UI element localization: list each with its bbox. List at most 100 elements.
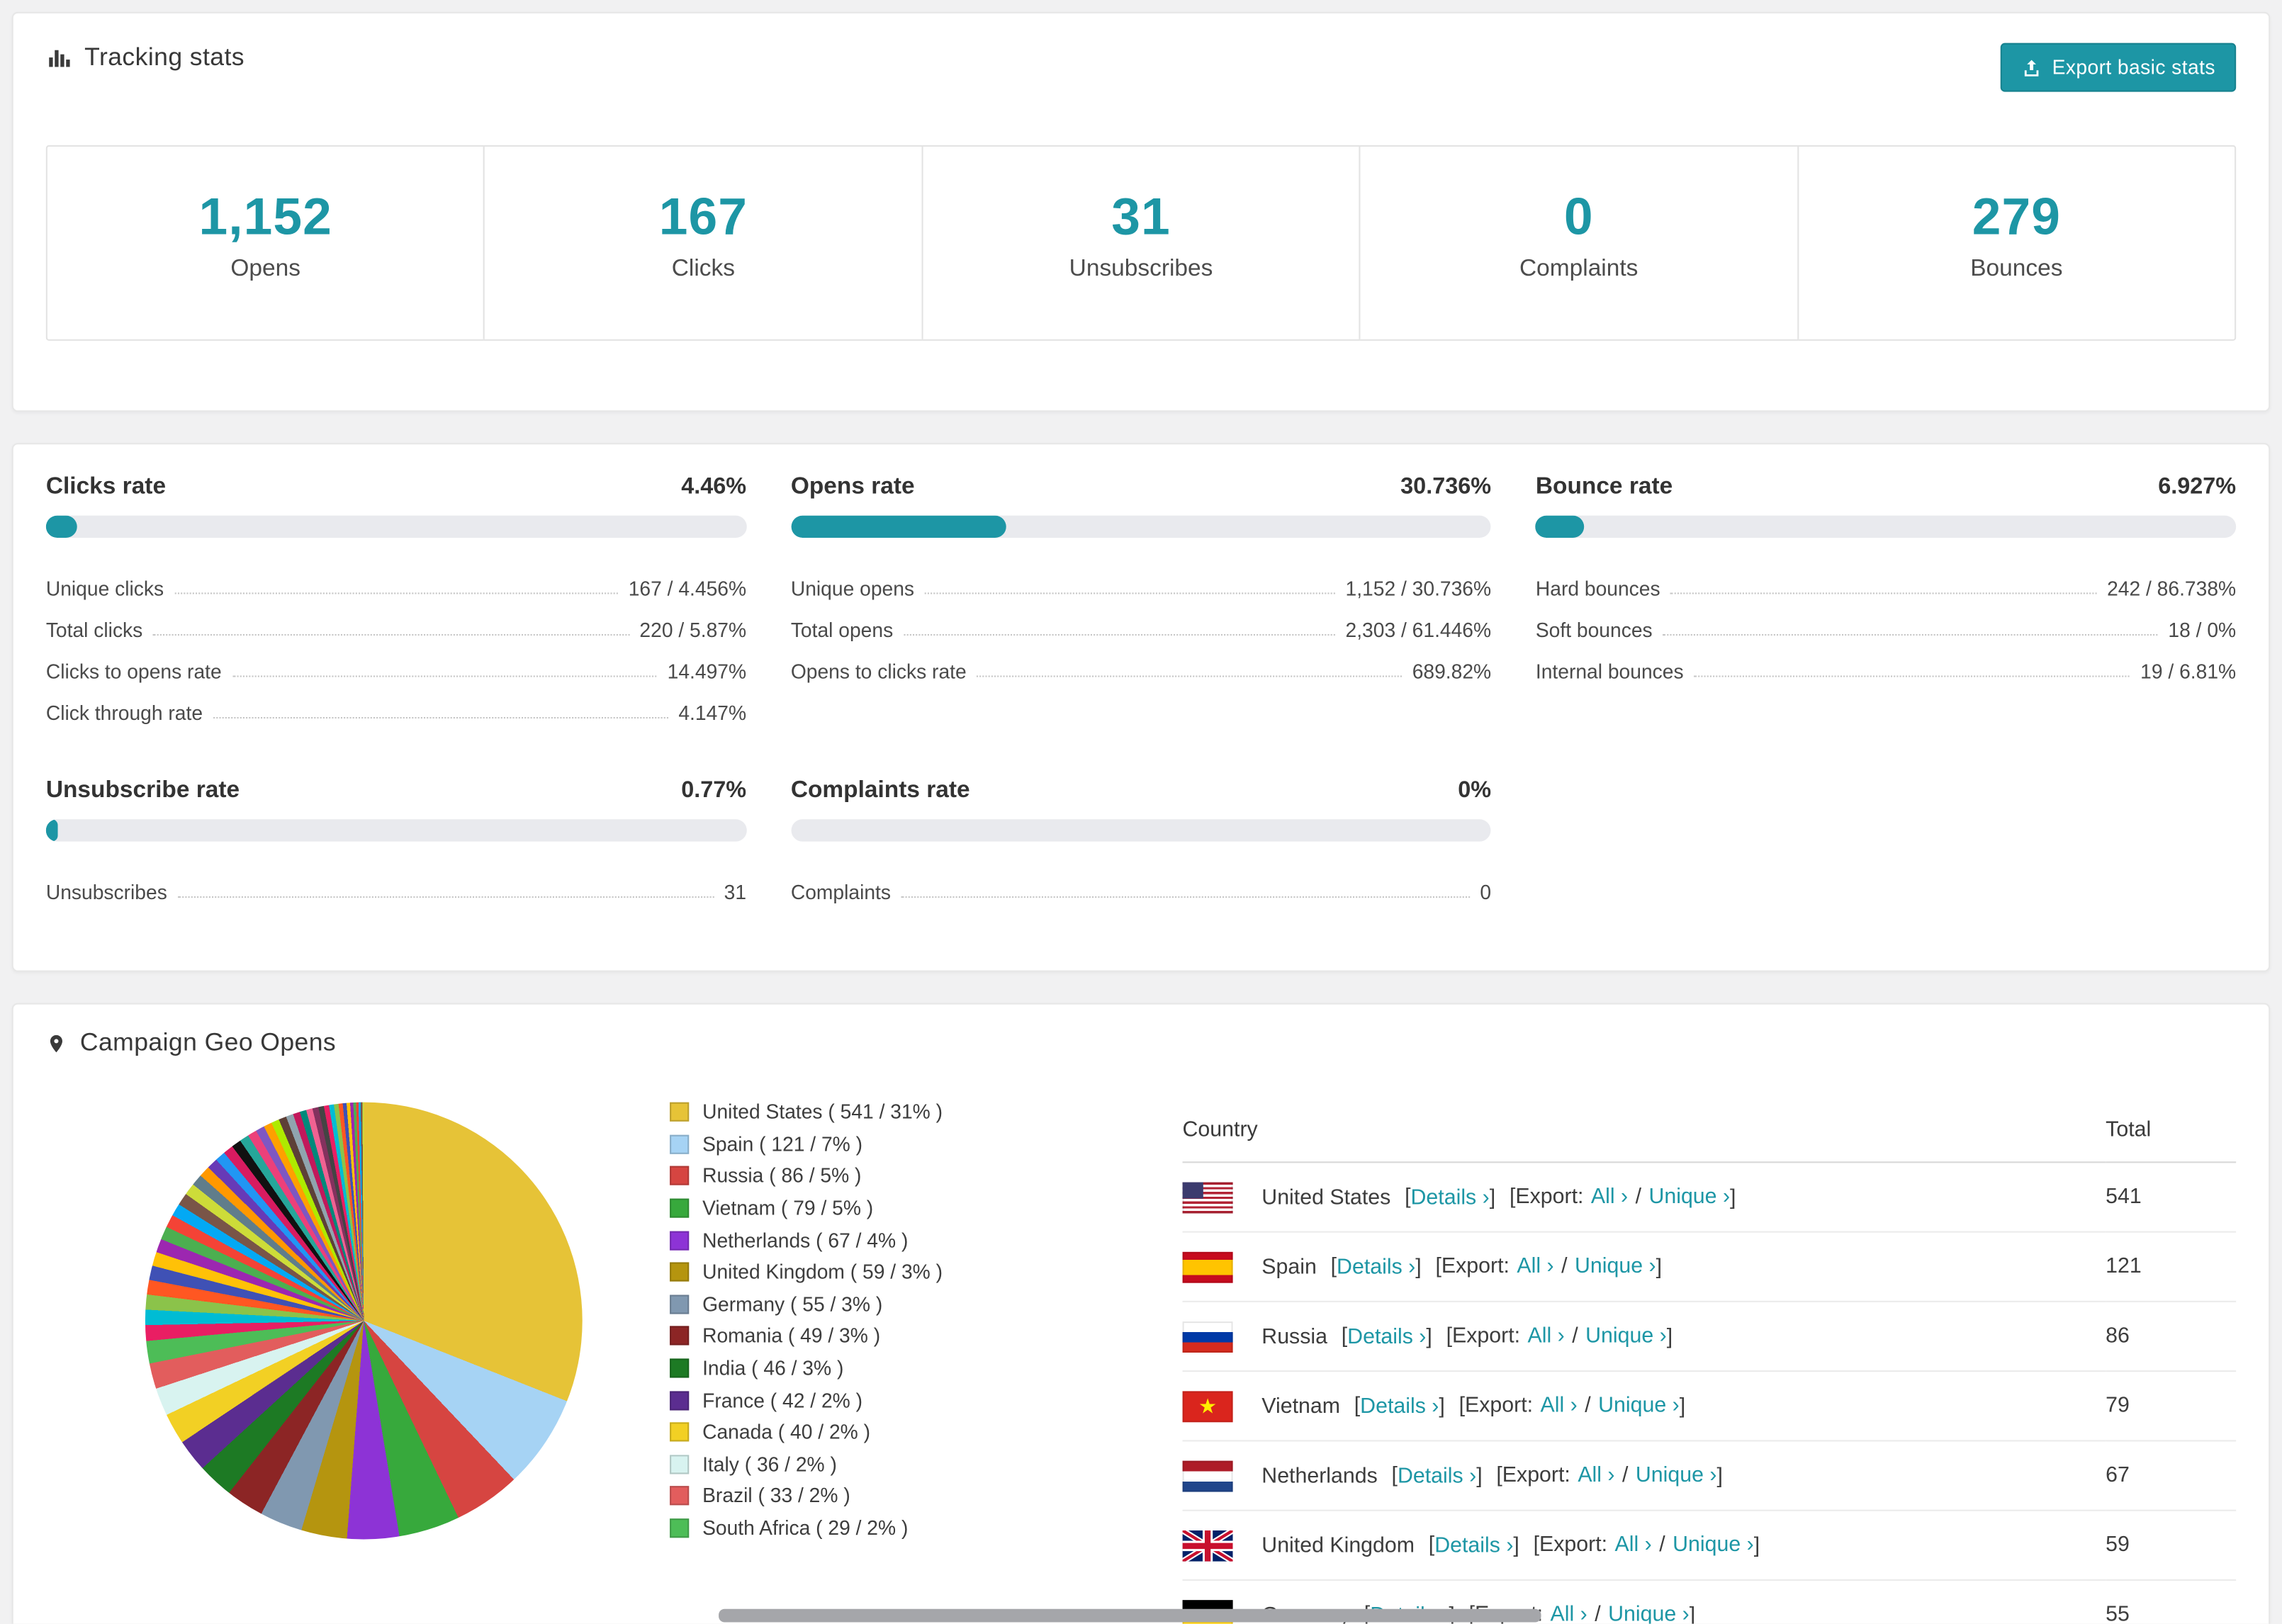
country-total: 67 [2106,1440,2237,1511]
rate-detail-label: Unique opens [790,577,915,600]
rate-head: Unsubscribe rate 0.77% [46,778,746,805]
country-total: 55 [2106,1579,2237,1624]
export-unique-link[interactable]: Unique › [1636,1464,1717,1487]
rate-rows: Unsubscribes 31 [45,862,746,904]
dotted-leader [152,633,629,636]
rate-detail-label: Internal bounces [1535,660,1684,683]
horizontal-scrollbar-thumb[interactable] [719,1608,1541,1623]
export-unique-link[interactable]: Unique › [1608,1603,1690,1624]
legend-label: Romania ( 49 / 3% ) [702,1325,881,1348]
geo-table-row: ★ Vietnam [Details ›] [Export: All › / Uniq… [1182,1371,2237,1442]
geo-table-row: Russia [Details ›] [Export: All › / Unique … [1182,1301,2237,1372]
details-link[interactable]: Details › [1398,1464,1476,1487]
legend-item: Canada ( 40 / 2% ) [670,1416,1114,1448]
rate-detail-value: 220 / 5.87% [639,619,747,642]
details-link[interactable]: Details › [1337,1255,1415,1278]
rate-detail-row: Complaints 0 [790,862,1491,904]
legend-swatch [670,1422,690,1442]
geo-table-wrap: Country Total United States [Details ›] … [1182,1099,2237,1624]
stat-value: 31 [1111,188,1171,247]
export-all-link[interactable]: All › [1517,1255,1553,1278]
tracking-stats-header: Tracking stats Export basic stats [46,43,2237,92]
details-link[interactable]: Details › [1347,1325,1426,1348]
geo-table: Country Total United States [Details ›] … [1182,1099,2237,1624]
rates-grid: Clicks rate 4.46% Unique clicks 167 / 4.… [45,474,2237,904]
stats-row: 1,152 Opens 167 Clicks 31 Unsubscribes 0… [45,145,2237,341]
export-basic-stats-button[interactable]: Export basic stats [2000,43,2237,92]
legend-label: Brazil ( 33 / 2% ) [702,1484,850,1508]
export-all-link[interactable]: All › [1528,1325,1565,1348]
flag-nl-icon [1182,1460,1233,1492]
bracket-open: [ [1428,1533,1435,1558]
slash-divider: / [1622,1464,1629,1488]
bracket-close: ] [1679,1394,1686,1419]
details-link[interactable]: Details › [1360,1394,1439,1418]
country-cell: United States [Details ›] [Export: All › /… [1182,1162,2106,1233]
flag-ru-icon [1182,1321,1233,1352]
export-all-link[interactable]: All › [1591,1185,1628,1209]
legend-label: Russia ( 86 / 5% ) [702,1165,862,1188]
stat-value: 0 [1563,188,1594,247]
rate-block: Clicks rate 4.46% Unique clicks 167 / 4.… [45,474,747,724]
legend-swatch [670,1103,690,1122]
legend-swatch [670,1518,690,1538]
rate-block: Opens rate 30.736% Unique opens 1,152 / … [790,474,1492,724]
bracket-close: ] [1415,1255,1422,1279]
rate-percent: 4.46% [681,474,747,500]
legend-label: United Kingdom ( 59 / 3% ) [702,1261,943,1284]
stat-cell: 167 Clicks [485,146,923,339]
country-name: United States [1261,1185,1391,1209]
rate-detail-label: Unsubscribes [45,881,167,904]
country-total: 541 [2106,1162,2237,1233]
rate-progress-bar [45,819,747,842]
rate-detail-label: Clicks to opens rate [45,660,222,683]
flag-gb-icon [1182,1529,1233,1561]
rate-percent: 0.77% [681,777,747,803]
legend-swatch [670,1230,690,1251]
export-unique-link[interactable]: Unique › [1673,1534,1754,1557]
rate-detail-label: Total opens [790,619,894,642]
legend-item: Vietnam ( 79 / 5% ) [670,1192,1114,1224]
rate-progress-bar [790,819,1492,842]
stat-label: Clicks [671,256,735,282]
rate-detail-label: Complaints [790,881,892,904]
export-icon [2021,57,2042,77]
export-unique-link[interactable]: Unique › [1648,1185,1730,1209]
campaign-geo-opens-card: Campaign Geo Opens United States ( 541 /… [11,1003,2271,1624]
rate-percent: 0% [1458,777,1492,803]
legend-swatch [670,1295,690,1314]
geo-table-row: United Kingdom [Details ›] [Export: All ›… [1182,1510,2237,1581]
rate-detail-value: 2,303 / 61.446% [1345,619,1492,642]
bracket-close: ] [1489,1185,1496,1209]
dotted-leader [1663,633,2158,636]
rate-block: Complaints rate 0% Complaints 0 [790,777,1492,904]
rate-head: Clicks rate 4.46% [46,474,746,501]
details-link[interactable]: Details › [1434,1534,1513,1557]
export-all-link[interactable]: All › [1541,1394,1578,1418]
country-cell: Spain [Details ›] [Export: All › / Unique ›… [1182,1231,2106,1302]
geo-table-header-country: Country [1182,1099,2106,1163]
export-unique-link[interactable]: Unique › [1575,1255,1656,1278]
rate-progress-bar [1535,515,2237,538]
rate-detail-label: Hard bounces [1535,577,1660,600]
export-prefix: [Export: [1509,1185,1584,1209]
legend-label: Vietnam ( 79 / 5% ) [702,1197,874,1219]
rate-detail-row: Unique opens 1,152 / 30.736% [790,558,1491,600]
country-cell: Russia [Details ›] [Export: All › / Unique … [1182,1301,2106,1372]
export-all-link[interactable]: All › [1578,1464,1614,1487]
legend-swatch [670,1326,690,1346]
details-link[interactable]: Details › [1411,1185,1490,1209]
legend-swatch [670,1198,690,1218]
campaign-overview-page: Tracking stats Export basic stats 1,152 … [0,0,2282,1624]
export-unique-link[interactable]: Unique › [1585,1325,1667,1348]
export-all-link[interactable]: All › [1551,1603,1587,1624]
export-all-link[interactable]: All › [1615,1534,1652,1557]
stat-cell: 279 Bounces [1799,147,2235,339]
geo-pie-chart [145,1102,583,1540]
bar-chart-icon [46,45,72,71]
geo-table-header-total: Total [2106,1099,2237,1163]
export-unique-link[interactable]: Unique › [1598,1394,1680,1418]
legend-item: Netherlands ( 67 / 4% ) [670,1224,1114,1256]
rate-percent: 6.927% [2158,474,2237,500]
dotted-leader [177,896,714,898]
